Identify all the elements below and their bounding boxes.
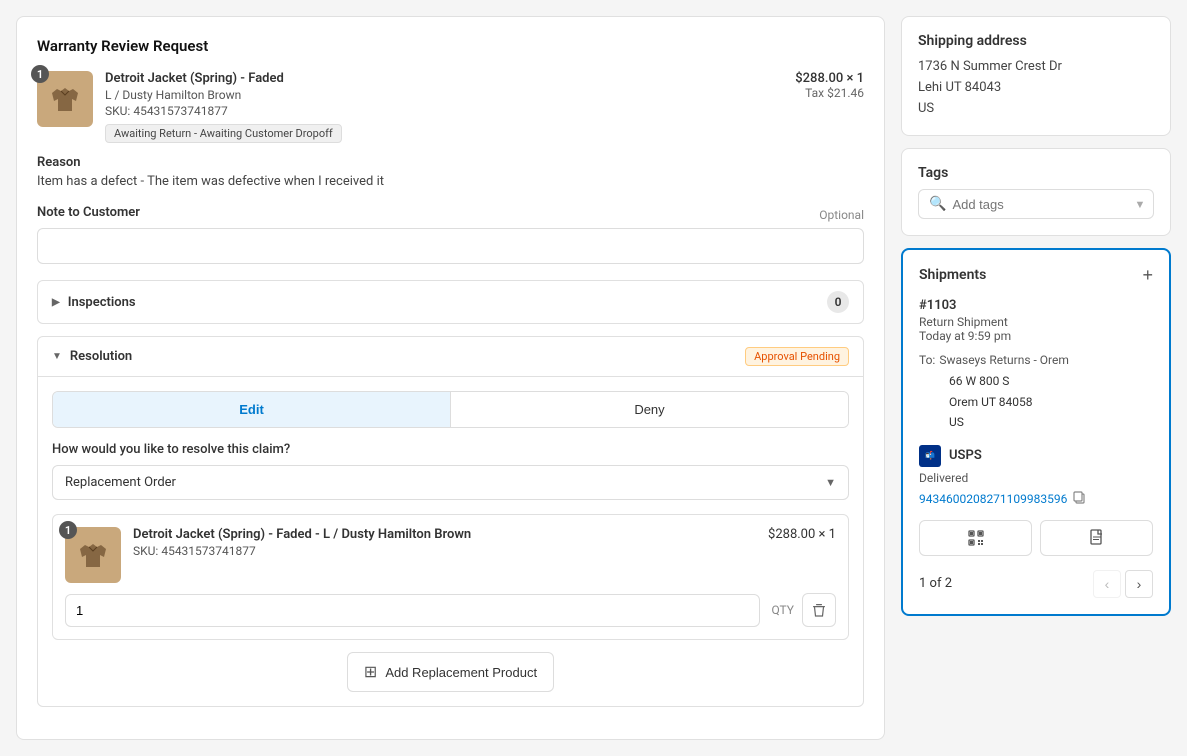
status-badge: Awaiting Return - Awaiting Customer Drop… <box>105 124 342 143</box>
to-address2: Orem UT 84058 <box>949 392 1153 412</box>
side-panel: Shipping address 1736 N Summer Crest Dr … <box>901 16 1171 740</box>
resolution-section: ▼ Resolution Approval Pending Edit Deny … <box>37 336 864 707</box>
qty-input[interactable] <box>65 594 760 627</box>
inspections-header-left: ▶ Inspections <box>52 295 136 310</box>
dropdown-chevron-icon: ▼ <box>825 476 836 489</box>
inspections-header[interactable]: ▶ Inspections 0 <box>38 281 863 323</box>
delete-replacement-button[interactable] <box>802 593 836 627</box>
reason-field: Reason Item has a defect - The item was … <box>37 155 864 189</box>
delivery-status: Delivered <box>919 471 1153 485</box>
shipping-line3: US <box>918 99 1154 120</box>
collapse-arrow-right-icon: ▶ <box>52 297 60 308</box>
resolution-label: Resolution <box>70 349 132 364</box>
qty-badge: 1 <box>31 65 49 83</box>
replacement-item: 1 Detroit Jacket (Spring) - Faded - L / … <box>52 514 849 640</box>
shipment-address: 66 W 800 S Orem UT 84058 US <box>949 371 1153 432</box>
shipment-to-name: Swaseys Returns - Orem <box>939 353 1069 367</box>
tags-card: Tags 🔍 ▼ <box>901 148 1171 236</box>
note-input[interactable] <box>37 228 864 264</box>
shipments-header: Shipments + <box>919 266 1153 284</box>
add-product-icon: ⊞ <box>364 662 377 682</box>
shipments-card: Shipments + #1103 Return Shipment Today … <box>901 248 1171 615</box>
resolution-type-value: Replacement Order <box>65 475 176 490</box>
tracking-row: 9434600208271109983596 <box>919 491 1153 508</box>
shipping-line1: 1736 N Summer Crest Dr <box>918 57 1154 78</box>
tracking-number-link[interactable]: 9434600208271109983596 <box>919 492 1067 506</box>
note-label: Note to Customer <box>37 205 140 220</box>
product-variant: L / Dusty Hamilton Brown <box>105 88 783 102</box>
replacement-product-row: 1 Detroit Jacket (Spring) - Faded - L / … <box>65 527 836 583</box>
inspections-count: 0 <box>827 291 849 313</box>
replacement-product-sku: SKU: 45431573741877 <box>133 544 756 558</box>
note-optional: Optional <box>819 208 864 222</box>
shipment-to-row: To: Swaseys Returns - Orem <box>919 353 1153 369</box>
deny-button[interactable]: Deny <box>451 392 848 427</box>
replacement-product-name: Detroit Jacket (Spring) - Faded - L / Du… <box>133 527 756 542</box>
resolution-type-dropdown[interactable]: Replacement Order ▼ <box>52 465 849 500</box>
carrier-row: 📬 USPS <box>919 445 1153 467</box>
tags-input-row[interactable]: 🔍 ▼ <box>918 189 1154 219</box>
shipping-line2: Lehi UT 84043 <box>918 78 1154 99</box>
replacement-price: $288.00 × 1 <box>768 527 836 542</box>
shipments-title: Shipments <box>919 267 986 283</box>
resolution-header-left: ▼ Resolution <box>52 349 132 364</box>
add-replacement-button[interactable]: ⊞ Add Replacement Product <box>347 652 554 692</box>
product-row: 1 Detroit Jacket (Spring) - Faded L / Du… <box>37 71 864 143</box>
next-page-button[interactable]: › <box>1125 570 1153 598</box>
qty-input-row: QTY <box>65 593 836 627</box>
qr-code-button[interactable] <box>919 520 1032 556</box>
product-thumb-wrapper: 1 <box>37 71 93 127</box>
product-info: Detroit Jacket (Spring) - Faded L / Dust… <box>105 71 783 143</box>
note-header: Note to Customer Optional <box>37 205 864 224</box>
sku-value: 45431573741877 <box>133 104 227 118</box>
tags-title: Tags <box>918 165 1154 181</box>
shipment-type: Return Shipment <box>919 315 1153 329</box>
document-button[interactable] <box>1040 520 1153 556</box>
tags-chevron-icon: ▼ <box>1134 198 1145 211</box>
product-price: $288.00 × 1 <box>795 71 864 86</box>
resolve-question: How would you like to resolve this claim… <box>52 442 849 457</box>
usps-icon: 📬 <box>919 445 941 467</box>
tags-input[interactable] <box>952 197 1128 212</box>
to-address1: 66 W 800 S <box>949 371 1153 391</box>
copy-tracking-button[interactable] <box>1073 491 1087 508</box>
qty-label: QTY <box>772 603 794 617</box>
resolution-header[interactable]: ▼ Resolution Approval Pending <box>38 337 863 376</box>
note-field: Note to Customer Optional <box>37 205 864 264</box>
shipment-to-label: To: <box>919 353 935 367</box>
inspections-section: ▶ Inspections 0 <box>37 280 864 324</box>
pagination-info: 1 of 2 <box>919 576 952 591</box>
prev-page-button[interactable]: ‹ <box>1093 570 1121 598</box>
product-tax: Tax $21.46 <box>795 86 864 100</box>
replacement-thumb-wrapper: 1 <box>65 527 121 583</box>
replacement-product-info: Detroit Jacket (Spring) - Faded - L / Du… <box>133 527 756 564</box>
product-pricing: $288.00 × 1 Tax $21.46 <box>795 71 864 100</box>
shipment-number: #1103 <box>919 298 1153 313</box>
shipping-address-card: Shipping address 1736 N Summer Crest Dr … <box>901 16 1171 136</box>
product-sku: SKU: 45431573741877 <box>105 104 783 118</box>
page-title: Warranty Review Request <box>37 37 864 55</box>
pagination-buttons: ‹ › <box>1093 570 1153 598</box>
resolution-content: Edit Deny How would you like to resolve … <box>38 376 863 706</box>
edit-button[interactable]: Edit <box>53 392 451 427</box>
search-icon: 🔍 <box>929 196 946 212</box>
to-country: US <box>949 412 1153 432</box>
product-name: Detroit Jacket (Spring) - Faded <box>105 71 783 86</box>
shipment-time: Today at 9:59 pm <box>919 329 1153 343</box>
replacement-qty-badge: 1 <box>59 521 77 539</box>
add-shipment-button[interactable]: + <box>1142 266 1153 284</box>
add-replacement-label: Add Replacement Product <box>385 665 537 680</box>
shipment-actions <box>919 520 1153 556</box>
shipping-title: Shipping address <box>918 33 1154 49</box>
reason-value: Item has a defect - The item was defecti… <box>37 174 864 189</box>
reason-label: Reason <box>37 155 864 170</box>
collapse-arrow-down-icon: ▼ <box>52 351 62 362</box>
add-replacement-wrapper: ⊞ Add Replacement Product <box>52 652 849 692</box>
pagination-row: 1 of 2 ‹ › <box>919 570 1153 598</box>
edit-deny-row: Edit Deny <box>52 391 849 428</box>
approval-status-badge: Approval Pending <box>745 347 849 366</box>
inspections-label: Inspections <box>68 295 136 310</box>
carrier-name: USPS <box>949 448 982 463</box>
